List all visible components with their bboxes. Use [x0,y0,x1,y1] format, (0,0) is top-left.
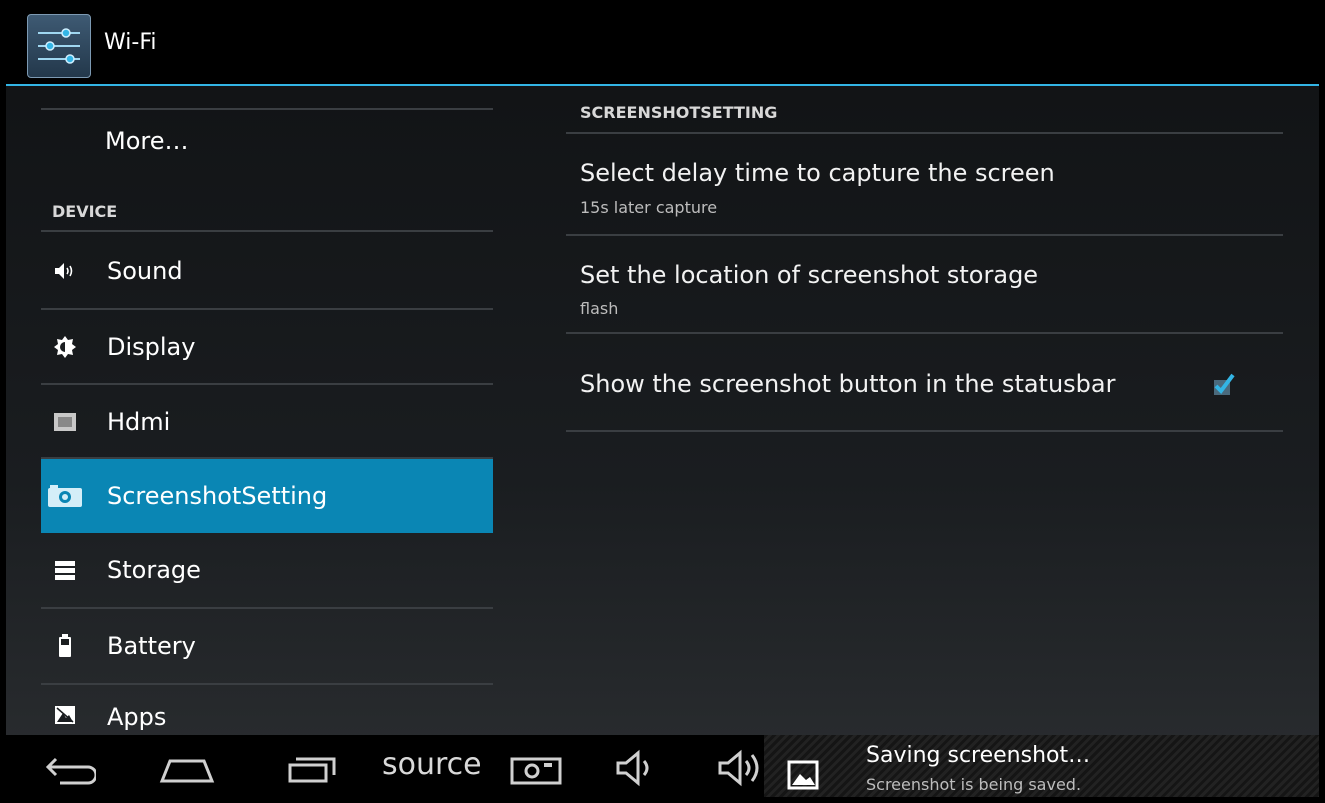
statusbar-button-checkbox[interactable] [1212,372,1236,396]
sidebar-item-label: Apps [107,703,167,731]
notification-text: Screenshot is being saved. [866,775,1082,794]
settings-screen: Wi-Fi More… DEVICE Sound Display Hdmi Sc… [6,6,1319,797]
pref-statusbar-button[interactable]: Show the screenshot button in the status… [566,334,1283,430]
back-icon[interactable] [40,745,96,789]
pref-title: Select delay time to capture the screen [580,159,1055,187]
camera-icon [47,484,83,508]
action-bar: Wi-Fi [6,6,1319,86]
settings-detail: SCREENSHOTSETTING Select delay time to c… [566,86,1283,736]
sidebar-item-battery[interactable]: Battery [41,609,493,683]
sidebar-item-more[interactable]: More… [41,110,493,172]
settings-sliders-icon[interactable] [27,14,91,78]
volume-up-icon[interactable] [714,745,770,789]
sidebar-item-label: More… [105,127,189,155]
sidebar-item-label: Sound [107,257,183,285]
speaker-icon [53,259,77,283]
pref-storage-location[interactable]: Set the location of screenshot storage f… [566,236,1283,332]
page-title: Wi-Fi [104,30,157,55]
sidebar-item-display[interactable]: Display [41,310,493,384]
image-notification-icon [787,760,819,790]
pref-summary: flash [580,299,619,318]
notification-title: Saving screenshot… [866,743,1091,768]
divider [566,430,1283,432]
sidebar-item-label: Hdmi [107,408,171,436]
recent-apps-icon[interactable] [286,745,342,789]
sidebar-item-label: ScreenshotSetting [107,482,328,510]
pref-title: Set the location of screenshot storage [580,261,1039,289]
brightness-icon [53,335,77,359]
sidebar-item-sound[interactable]: Sound [41,234,493,308]
pref-delay-time[interactable]: Select delay time to capture the screen … [566,134,1283,234]
sidebar-item-storage[interactable]: Storage [41,533,493,607]
sidebar-item-screenshotsetting[interactable]: ScreenshotSetting [41,459,493,533]
section-header: SCREENSHOTSETTING [580,103,778,122]
section-header-device: DEVICE [52,202,118,221]
home-icon[interactable] [156,745,218,789]
source-button[interactable]: source [382,747,482,782]
screenshot-camera-icon[interactable] [508,745,564,789]
hdmi-icon [53,410,77,434]
sidebar-item-label: Battery [107,632,196,660]
sidebar-item-hdmi[interactable]: Hdmi [41,385,493,459]
system-nav-bar: source Saving screenshot… Screenshot is … [6,735,1319,797]
volume-down-icon[interactable] [612,745,662,789]
apps-icon [53,703,77,727]
storage-icon [53,558,77,582]
battery-icon [53,634,77,658]
settings-sidebar: More… DEVICE Sound Display Hdmi Screensh… [6,86,500,736]
sidebar-item-label: Storage [107,556,201,584]
divider [41,230,493,232]
pref-title: Show the screenshot button in the status… [580,370,1116,398]
sidebar-item-label: Display [107,333,196,361]
pref-summary: 15s later capture [580,198,718,217]
